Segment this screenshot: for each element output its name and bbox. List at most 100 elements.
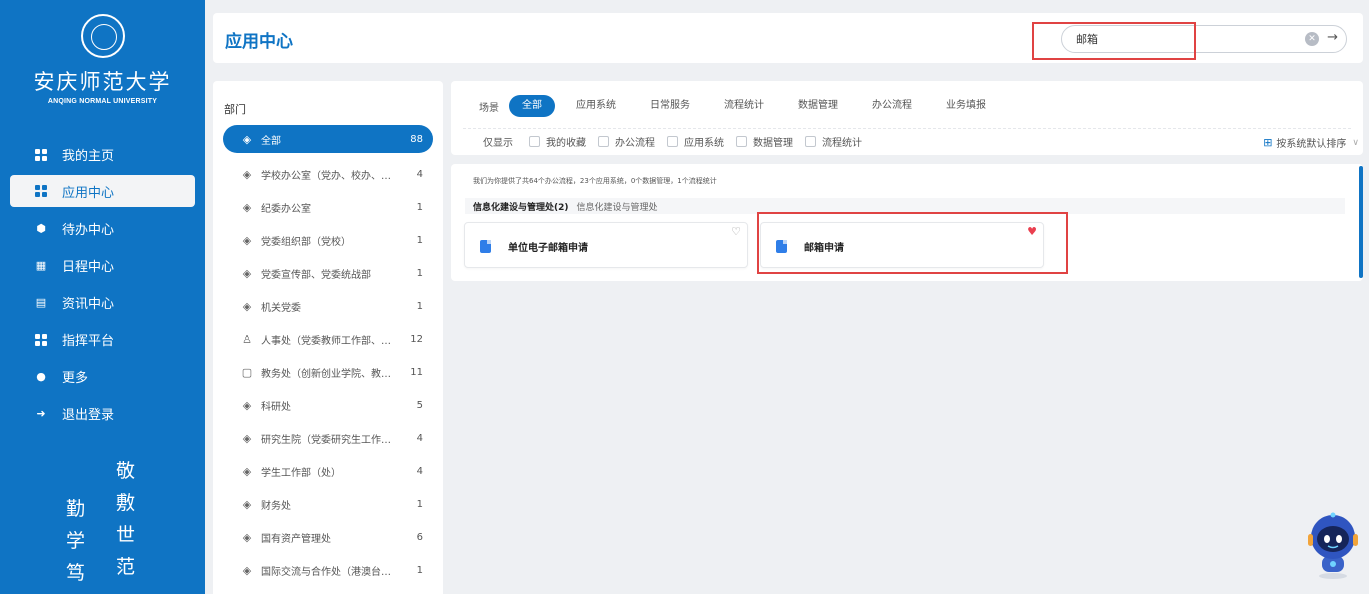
sort-dropdown[interactable]: ⊞ 按系统默认排序 ∨	[1263, 135, 1359, 150]
scene-chip[interactable]: 业务填报	[933, 95, 999, 117]
checkbox[interactable]: 流程统计	[805, 134, 862, 149]
department-item[interactable]: ◈ 研究生院（党委研究生工作… 4	[223, 422, 433, 455]
scene-chip[interactable]: 办公流程	[859, 95, 925, 117]
group-header: 信息化建设与管理处(2) 信息化建设与管理处	[465, 198, 1345, 214]
nav-item-logout[interactable]: ➜ 退出登录	[0, 395, 205, 432]
department-item[interactable]: ◈ 学生工作部（处） 4	[223, 455, 433, 488]
layers-icon: ◈	[242, 168, 252, 181]
layers-icon: ◈	[242, 234, 252, 247]
sort-label: 按系统默认排序	[1276, 139, 1347, 150]
motto: 敬 敷 勤 学 世 笃 范	[64, 456, 154, 586]
department-name: 科研处	[261, 402, 291, 413]
add-favorite-icon[interactable]: ♡	[731, 225, 741, 238]
arrow-right-icon[interactable]: →	[1327, 30, 1338, 45]
nav-item-label: 我的主页	[62, 149, 115, 164]
checkbox-label: 数据管理	[753, 137, 793, 149]
nav-item-label: 更多	[62, 371, 89, 386]
layers-icon: ◈	[242, 564, 252, 577]
divider	[463, 128, 1351, 129]
department-name: 教务处（创新创业学院、教…	[261, 369, 391, 380]
department-name: 学校办公室（党办、校办、…	[261, 171, 391, 182]
layers-icon: ◈	[242, 465, 252, 478]
scrollbar[interactable]	[1359, 166, 1363, 278]
nav-item-label: 指挥平台	[62, 334, 115, 349]
logo[interactable]: 安庆师范大学 ANQING NORMAL UNIVERSITY	[0, 0, 205, 105]
layers-icon: ◈	[242, 132, 252, 146]
scene-filter: 场景 全部 应用系统 日常服务 流程统计 数据管理 办公流程 业务填报	[479, 95, 1007, 117]
department-count: 12	[410, 334, 423, 345]
chevron-down-icon: ∨	[1352, 137, 1359, 148]
home-icon: ●	[36, 370, 46, 383]
layers-icon: ◈	[242, 531, 252, 544]
grid-icon	[34, 333, 48, 347]
app-card[interactable]: 邮箱申请 ♥	[760, 222, 1044, 268]
department-item[interactable]: ▢ 教务处（创新创业学院、教… 11	[223, 356, 433, 389]
nav-item-news[interactable]: ▤ 资讯中心	[0, 284, 205, 321]
nav-item-todo[interactable]: ⬢ 待办中心	[0, 210, 205, 247]
calendar-icon: ▦	[35, 259, 47, 272]
scene-chip[interactable]: 全部	[509, 95, 555, 117]
checkbox-label: 我的收藏	[546, 137, 586, 149]
sidebar-nav: 我的主页 应用中心 ⬢ 待办中心 ▦ 日程中心 ▤ 资讯中心 指挥平台 ● 更多…	[0, 136, 205, 432]
scene-chip[interactable]: 日常服务	[637, 95, 703, 117]
department-item[interactable]: ◈ 机关党委 1	[223, 290, 433, 323]
layers-icon: ◈	[242, 267, 252, 280]
nav-item-command[interactable]: 指挥平台	[0, 321, 205, 358]
clear-icon[interactable]: ✕	[1305, 32, 1319, 46]
scene-chip[interactable]: 应用系统	[563, 95, 629, 117]
logo-cn: 安庆师范大学	[33, 70, 172, 94]
layers-icon: ◈	[242, 201, 252, 214]
app-card-title: 单位电子邮箱申请	[508, 243, 588, 254]
robot-graphic	[1308, 512, 1358, 579]
nav-item-schedule[interactable]: ▦ 日程中心	[0, 247, 205, 284]
department-item[interactable]: ◈ 党委组织部（党校） 1	[223, 224, 433, 257]
nav-item-app-center[interactable]: 应用中心	[10, 175, 195, 207]
checkbox-box[interactable]	[529, 135, 540, 147]
checkbox-box[interactable]	[805, 135, 816, 147]
grid-icon	[34, 184, 48, 198]
robot-assistant-icon[interactable]	[1304, 512, 1362, 580]
nav-item-label: 日程中心	[62, 260, 115, 275]
checkbox-box[interactable]	[667, 135, 678, 147]
user-icon: ♙	[242, 333, 252, 346]
motto-char: 范	[116, 556, 136, 578]
department-item[interactable]: ♙ 人事处（党委教师工作部、… 12	[223, 323, 433, 356]
department-count: 4	[416, 433, 423, 444]
nav-item-more[interactable]: ● 更多	[0, 358, 205, 395]
motto-char: 笃	[66, 562, 86, 584]
department-name: 学生工作部（处）	[261, 468, 341, 479]
heart-icon[interactable]: ♥	[1027, 225, 1037, 238]
app-card[interactable]: 单位电子邮箱申请 ♡	[464, 222, 748, 268]
university-seal-icon	[80, 14, 125, 58]
department-item[interactable]: ◈ 国际交流与合作处（港澳台… 1	[223, 554, 433, 587]
department-item[interactable]: ◈ 纪委办公室 1	[223, 191, 433, 224]
layers-icon: ◈	[242, 432, 252, 445]
shield-icon: ⬢	[36, 222, 46, 235]
department-count: 4	[416, 466, 423, 477]
department-item[interactable]: ◈ 科研处 5	[223, 389, 433, 422]
motto-char: 敷	[116, 492, 136, 514]
checkbox[interactable]: 我的收藏	[529, 134, 586, 149]
checkbox-box[interactable]	[736, 135, 747, 147]
department-item[interactable]: ◈ 财务处 1	[223, 488, 433, 521]
nav-item-label: 应用中心	[62, 185, 115, 201]
department-item[interactable]: ◈ 学校办公室（党办、校办、… 4	[223, 158, 433, 191]
search-input[interactable]	[1076, 32, 1256, 45]
checkbox[interactable]: 应用系统	[667, 134, 724, 149]
search-box[interactable]: ✕ →	[1061, 25, 1347, 53]
checkbox-box[interactable]	[598, 135, 609, 147]
department-item[interactable]: ◈ 国有资产管理处 6	[223, 521, 433, 554]
scene-label: 场景	[479, 102, 499, 114]
nav-item-home[interactable]: 我的主页	[0, 136, 205, 173]
department-panel: 部门 ◈ 全部 88 ◈ 学校办公室（党办、校办、… 4 ◈ 纪委办公室 1 ◈…	[213, 81, 443, 594]
motto-char: 勤	[66, 498, 86, 520]
department-name: 机关党委	[261, 303, 301, 314]
department-item[interactable]: ◈ 全部 88	[223, 125, 433, 153]
checkbox[interactable]: 数据管理	[736, 134, 793, 149]
checkbox[interactable]: 办公流程	[598, 134, 655, 149]
scene-chip[interactable]: 流程统计	[711, 95, 777, 117]
scene-chip[interactable]: 数据管理	[785, 95, 851, 117]
only-show-filter: 仅显示 我的收藏 办公流程 应用系统 数据管理 流程统计	[483, 133, 874, 149]
department-item[interactable]: ◈ 党委宣传部、党委统战部 1	[223, 257, 433, 290]
department-count: 1	[416, 301, 423, 312]
